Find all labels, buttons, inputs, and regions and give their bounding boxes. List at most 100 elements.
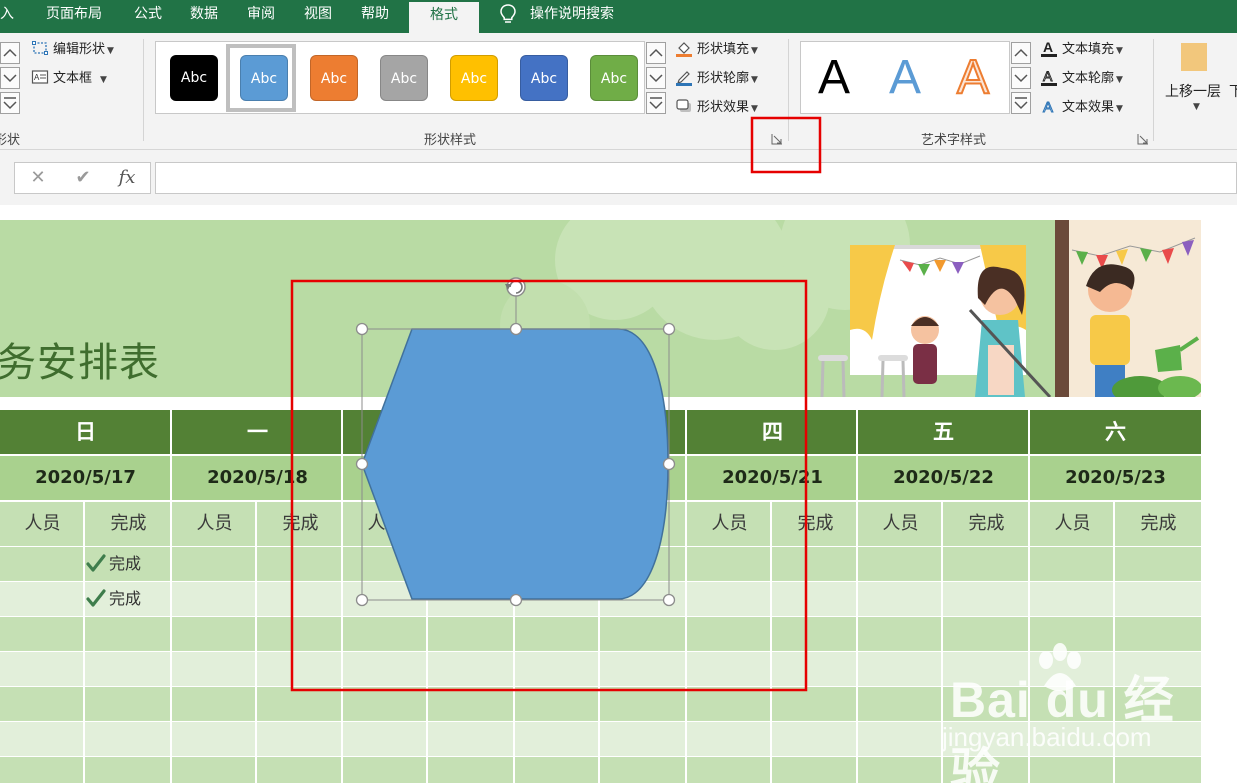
tab-5[interactable]: 视图	[304, 0, 332, 33]
resize-handle-top[interactable]	[509, 322, 523, 336]
dropdown-caret-icon: ▼	[1116, 104, 1123, 114]
dropdown-caret-icon: ▼	[751, 104, 758, 114]
bring-forward-label: 上移一层	[1165, 84, 1221, 100]
wordart-scroll-down[interactable]	[1011, 67, 1031, 89]
paint-bucket-icon	[676, 42, 692, 57]
bring-forward-button[interactable]: 上移一层 ▼	[1163, 39, 1237, 129]
send-backward-label-partial[interactable]: 下	[1229, 81, 1237, 101]
tab-2[interactable]: 公式	[134, 0, 162, 33]
bring-forward-icon	[1181, 43, 1207, 71]
shape-style-preset-6[interactable]: Abc	[590, 55, 638, 101]
day-header-cell[interactable]: 四	[687, 410, 858, 454]
check-icon	[86, 554, 106, 572]
tab-3[interactable]: 数据	[190, 0, 218, 33]
tab-4[interactable]: 审阅	[247, 0, 275, 33]
baidu-watermark: Bai du 经验 jingyan.baidu.com	[920, 640, 1220, 783]
shape-style-preset-3[interactable]: Abc	[380, 55, 428, 101]
person-header-cell[interactable]: 人员	[687, 502, 772, 546]
text-box-icon: A	[31, 70, 49, 84]
done-entry[interactable]: 完成	[86, 546, 141, 581]
more-icon	[649, 97, 663, 110]
text-fill-icon: A	[1041, 39, 1057, 57]
resize-handle-right[interactable]	[662, 457, 676, 471]
shape-styles-dialog-launcher-icon[interactable]	[771, 133, 783, 145]
gallery-scroll-up[interactable]	[646, 42, 666, 64]
shape-effects-button[interactable]: 形状效果 ▼	[675, 97, 758, 119]
day-header-cell[interactable]: 一	[172, 410, 343, 454]
group-separator	[788, 39, 789, 141]
insert-function-button[interactable]: fx	[112, 163, 142, 193]
shape-style-preset-5[interactable]: Abc	[520, 55, 568, 101]
text-fill-button[interactable]: A 文本填充 ▼	[1040, 39, 1123, 61]
shapes-scroll-down[interactable]	[0, 67, 20, 89]
formula-input[interactable]	[155, 162, 1237, 194]
resize-handle-top-left[interactable]	[355, 322, 369, 336]
more-icon	[3, 97, 17, 110]
shape-fill-button[interactable]: 形状填充 ▼	[675, 39, 758, 61]
date-header-cell[interactable]: 2020/5/23	[1030, 456, 1201, 500]
gallery-scroll-down[interactable]	[646, 67, 666, 89]
text-box-label: 文本框	[53, 71, 93, 86]
group-separator	[1153, 39, 1154, 141]
shape-style-preset-0[interactable]: Abc	[170, 55, 218, 101]
cancel-formula-button[interactable]: ✕	[23, 163, 53, 193]
tell-me-search[interactable]: 操作说明搜索	[530, 0, 614, 28]
text-effects-icon: A	[1043, 99, 1054, 116]
text-box-button[interactable]: A 文本框 ▼	[31, 68, 107, 90]
date-header-cell[interactable]: 2020/5/17	[0, 456, 171, 500]
resize-handle-bottom-right[interactable]	[662, 593, 676, 607]
tab-7[interactable]: 格式	[409, 0, 479, 33]
text-outline-label: 文本轮廓	[1062, 71, 1115, 86]
column-divider	[685, 410, 687, 783]
wordart-dialog-launcher-icon[interactable]	[1137, 133, 1149, 145]
wordart-more[interactable]	[1011, 92, 1031, 114]
resize-handle-bottom-left[interactable]	[355, 593, 369, 607]
edit-shape-icon	[32, 41, 48, 55]
done-header-cell[interactable]: 完成	[1116, 502, 1201, 546]
selected-shape[interactable]	[361, 328, 669, 600]
shape-outline-button[interactable]: 形状轮廓 ▼	[675, 68, 758, 90]
shape-style-preset-2[interactable]: Abc	[310, 55, 358, 101]
chevron-down-icon	[3, 74, 17, 83]
gallery-more[interactable]	[646, 92, 666, 114]
wordart-style-blue[interactable]: A	[889, 48, 921, 108]
formula-bar: ✕ ✔ fx	[0, 150, 1237, 205]
text-effects-button[interactable]: A 文本效果 ▼	[1040, 97, 1123, 119]
text-outline-button[interactable]: A 文本轮廓 ▼	[1040, 68, 1123, 90]
tab-0[interactable]: 插入	[0, 0, 14, 33]
done-entry[interactable]: 完成	[86, 581, 141, 616]
chevron-up-icon	[1014, 48, 1028, 57]
shapes-scroll-up[interactable]	[0, 42, 20, 64]
edit-shape-button[interactable]: 编辑形状 ▼	[31, 39, 114, 61]
person-header-cell[interactable]: 人员	[858, 502, 943, 546]
shapes-more[interactable]	[0, 92, 20, 114]
shape-style-preset-4[interactable]: Abc	[450, 55, 498, 101]
person-header-cell[interactable]: 人员	[1030, 502, 1115, 546]
person-header-cell[interactable]: 人员	[0, 502, 85, 546]
day-header-cell[interactable]: 六	[1030, 410, 1201, 454]
date-header-cell[interactable]: 2020/5/18	[172, 456, 343, 500]
tab-6[interactable]: 帮助	[361, 0, 389, 33]
enter-formula-button[interactable]: ✔	[68, 163, 98, 193]
resize-handle-top-right[interactable]	[662, 322, 676, 336]
done-header-cell[interactable]: 完成	[944, 502, 1029, 546]
dropdown-caret-icon: ▼	[100, 75, 107, 85]
watermark-url: jingyan.baidu.com	[942, 722, 1152, 752]
wordart-style-black[interactable]: A	[818, 48, 850, 108]
shape-style-preset-1[interactable]: Abc	[240, 55, 288, 101]
day-header-cell[interactable]: 五	[858, 410, 1029, 454]
wordart-style-orange-outline[interactable]: A	[956, 48, 990, 108]
family-illustration	[818, 220, 1201, 397]
resize-handle-left[interactable]	[355, 457, 369, 471]
done-header-cell[interactable]: 完成	[258, 502, 343, 546]
done-header-cell[interactable]: 完成	[86, 502, 171, 546]
tab-1[interactable]: 页面布局	[46, 0, 102, 33]
day-header-cell[interactable]: 日	[0, 410, 171, 454]
done-header-cell[interactable]: 完成	[773, 502, 858, 546]
wordart-scroll-up[interactable]	[1011, 42, 1031, 64]
date-header-cell[interactable]: 2020/5/21	[687, 456, 858, 500]
date-header-cell[interactable]: 2020/5/22	[858, 456, 1029, 500]
person-header-cell[interactable]: 人员	[172, 502, 257, 546]
column-divider	[170, 410, 172, 783]
resize-handle-bottom[interactable]	[509, 593, 523, 607]
